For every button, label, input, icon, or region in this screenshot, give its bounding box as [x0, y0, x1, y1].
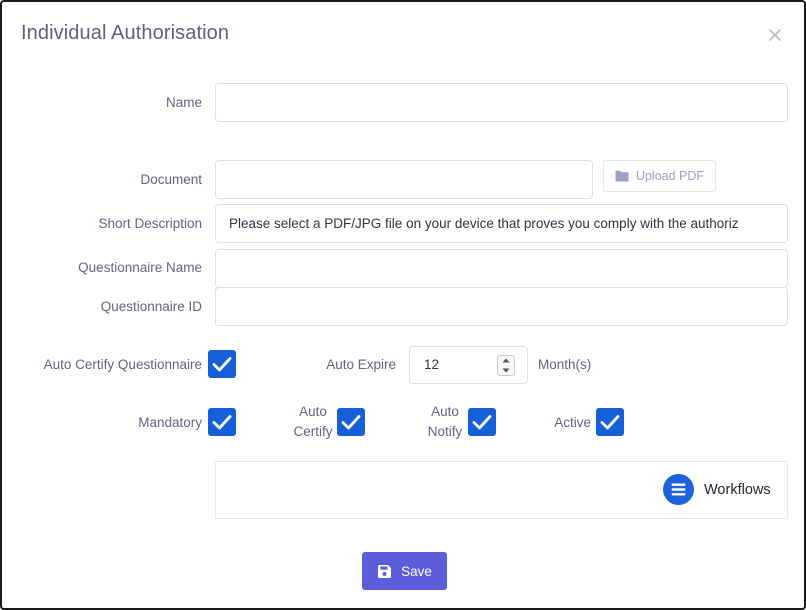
- questionnaire-name-input[interactable]: [215, 249, 788, 288]
- check-icon: [341, 415, 361, 430]
- auto-certify-questionnaire-label: Auto Certify Questionnaire: [43, 357, 202, 372]
- check-icon: [212, 415, 232, 430]
- chevron-up-icon[interactable]: [502, 358, 510, 363]
- auto-notify-label-line2: Notify: [427, 424, 463, 439]
- workflows-button[interactable]: Workflows: [663, 474, 771, 505]
- auto-notify-label: Auto Notify: [423, 402, 467, 442]
- auto-certify-label-line2: Certify: [293, 424, 333, 439]
- folder-icon: [615, 170, 629, 182]
- name-input[interactable]: [215, 83, 788, 122]
- workflows-label: Workflows: [704, 481, 771, 498]
- mandatory-checkbox[interactable]: [208, 408, 236, 436]
- auto-certify-checkbox[interactable]: [337, 408, 365, 436]
- auto-expire-label: Auto Expire: [326, 357, 396, 372]
- check-icon: [600, 415, 620, 430]
- questionnaire-id-input[interactable]: [215, 287, 788, 326]
- individual-authorisation-modal: Individual Authorisation Name Document U…: [0, 0, 806, 610]
- short-description-label: Short Description: [98, 216, 202, 231]
- name-label: Name: [165, 95, 202, 110]
- save-button[interactable]: Save: [362, 552, 447, 590]
- auto-certify-questionnaire-checkbox[interactable]: [208, 350, 236, 378]
- questionnaire-id-label: Questionnaire ID: [100, 299, 202, 314]
- active-label: Active: [554, 415, 591, 430]
- check-icon: [212, 357, 232, 372]
- short-description-input[interactable]: Please select a PDF/JPG file on your dev…: [215, 204, 788, 243]
- close-icon: [769, 29, 781, 41]
- mandatory-label: Mandatory: [138, 415, 202, 430]
- chevron-down-icon[interactable]: [502, 368, 510, 373]
- save-label: Save: [401, 563, 432, 579]
- auto-expire-unit: Month(s): [538, 357, 592, 372]
- auto-certify-label-line1: Auto: [299, 404, 327, 419]
- auto-certify-label: Auto Certify: [290, 402, 336, 442]
- stepper-arrows[interactable]: [497, 355, 515, 376]
- active-checkbox[interactable]: [596, 408, 624, 436]
- list-icon: [663, 474, 694, 505]
- questionnaire-name-label: Questionnaire Name: [78, 260, 202, 275]
- auto-expire-value: 12: [424, 357, 440, 372]
- auto-expire-stepper[interactable]: 12: [409, 346, 528, 384]
- document-label: Document: [140, 172, 202, 187]
- upload-pdf-button[interactable]: Upload PDF: [603, 160, 716, 192]
- auto-notify-checkbox[interactable]: [468, 408, 496, 436]
- upload-pdf-label: Upload PDF: [635, 169, 705, 183]
- document-input[interactable]: [215, 160, 593, 199]
- check-icon: [472, 415, 492, 430]
- floppy-disk-icon: [378, 564, 392, 578]
- workflows-panel: Workflows: [215, 461, 788, 519]
- close-button[interactable]: [764, 24, 786, 46]
- auto-notify-label-line1: Auto: [431, 404, 459, 419]
- modal-title: Individual Authorisation: [21, 22, 230, 44]
